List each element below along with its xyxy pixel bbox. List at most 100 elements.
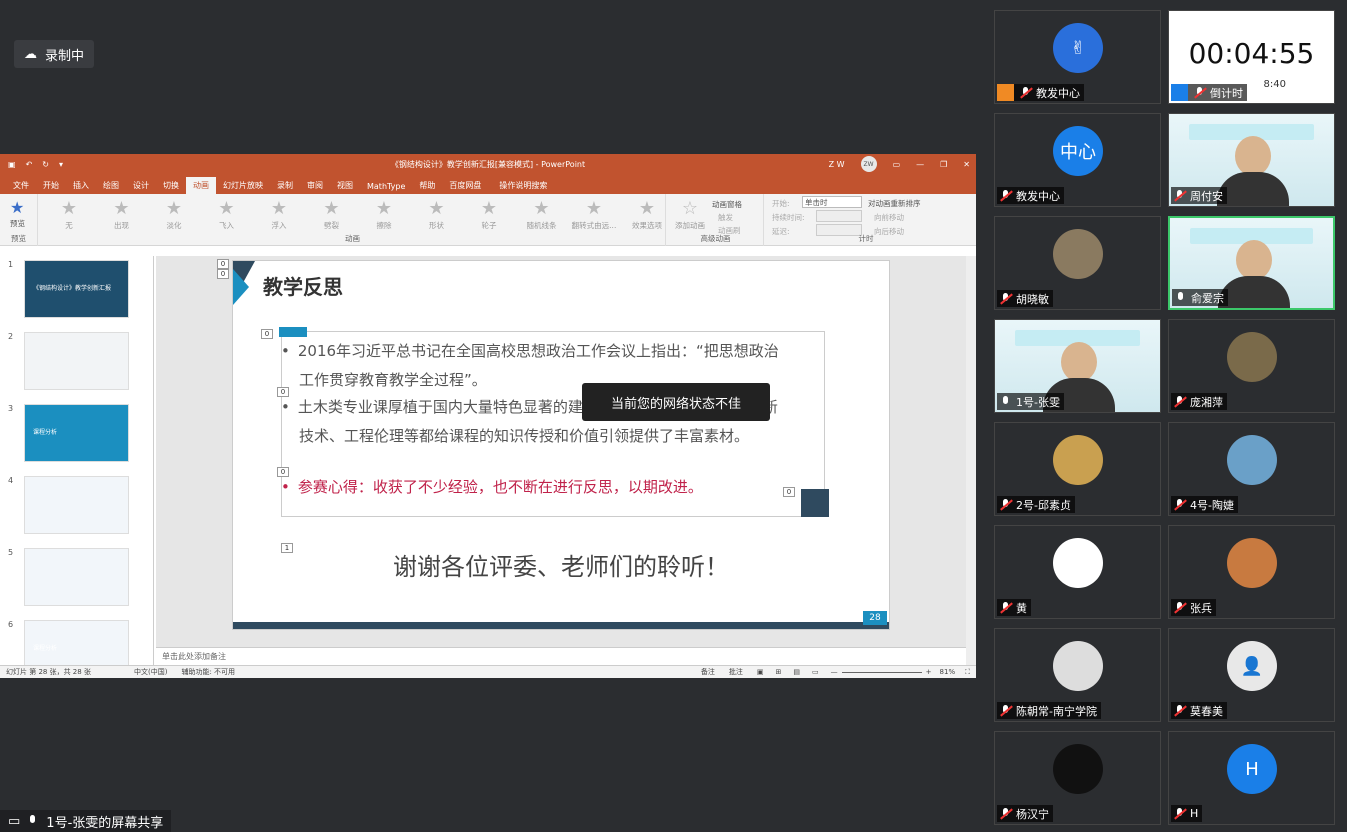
avatar: 中心: [1053, 126, 1103, 176]
participant-tile[interactable]: 黄: [994, 525, 1161, 619]
recording-indicator[interactable]: ☁ 录制中: [14, 40, 95, 68]
tab-0[interactable]: 文件: [6, 177, 36, 194]
thumbnail-text: 《钢结构设计》教学创新汇报: [33, 285, 112, 292]
duration-input[interactable]: [816, 210, 862, 222]
normal-view-icon[interactable]: ▣: [757, 668, 764, 676]
slide-thumbnail[interactable]: 《钢结构设计》教学创新汇报: [24, 260, 129, 318]
tab-8[interactable]: 录制: [270, 177, 300, 194]
screen-share-label: ▭ 1号-张雯的屏幕共享: [0, 810, 172, 832]
participant-gallery: ✌ 教发中心 00:04:55 8:40 倒计时 中心 教发中心 周付安 胡晓敏 俞爱宗 1号-张雯…: [986, 0, 1347, 832]
tab-6[interactable]: 动画: [186, 177, 216, 194]
effect-8[interactable]: ★ 轮子: [464, 198, 514, 231]
participant-tile[interactable]: 庞湘萍: [1168, 319, 1335, 413]
slide-thumbnail[interactable]: [24, 548, 129, 606]
slide-thumbnail-pane[interactable]: 1 《钢结构设计》教学创新汇报 2 3 课程分析 4 5 6 课程分析: [0, 256, 154, 678]
start-select[interactable]: 单击时: [802, 196, 862, 208]
effect-0[interactable]: ★ 无: [44, 198, 94, 231]
tab-3[interactable]: 绘图: [96, 177, 126, 194]
participant-tile[interactable]: 陈朝常-南宁学院: [994, 628, 1161, 722]
effect-3[interactable]: ★ 飞入: [202, 198, 252, 231]
tab-7[interactable]: 幻灯片放映: [216, 177, 270, 194]
slide-sorter-icon[interactable]: ⊞: [776, 668, 782, 676]
comments-button[interactable]: 批注: [729, 667, 743, 677]
notes-pane[interactable]: 单击此处添加备注: [156, 647, 966, 665]
slide-thumbnail[interactable]: 课程分析: [24, 404, 129, 462]
trigger-button[interactable]: 触发: [718, 212, 733, 223]
avatar: [1053, 229, 1103, 279]
notes-button[interactable]: 备注: [701, 667, 715, 677]
animation-order-tag[interactable]: 0: [277, 467, 289, 477]
tab-14[interactable]: 操作说明搜索: [492, 177, 554, 194]
zoom-level[interactable]: 81%: [940, 668, 956, 676]
ribbon-display-icon[interactable]: ▭: [893, 160, 901, 169]
preview-star-icon[interactable]: ★: [10, 198, 24, 217]
tab-11[interactable]: MathType: [360, 179, 412, 194]
tab-12[interactable]: 帮助: [412, 177, 442, 194]
slide-thumbnail[interactable]: [24, 332, 129, 390]
participant-tile[interactable]: 杨汉宁: [994, 731, 1161, 825]
participant-tile[interactable]: 1号-张雯: [994, 319, 1161, 413]
participant-tile[interactable]: 2号-邱素贞: [994, 422, 1161, 516]
slide-thumbnail[interactable]: [24, 476, 129, 534]
participant-tile[interactable]: 周付安: [1168, 113, 1335, 207]
slide-count: 幻灯片 第 28 张，共 28 张: [6, 668, 91, 676]
effect-10[interactable]: ★ 翻转式由远...: [569, 198, 619, 231]
effect-star-icon: ★: [113, 198, 130, 219]
tab-13[interactable]: 百度网盘: [442, 177, 488, 194]
language-status[interactable]: 中文(中国): [134, 667, 167, 677]
participant-tile[interactable]: 俞爱宗: [1168, 216, 1335, 310]
fit-to-window-icon[interactable]: ⛶: [965, 668, 970, 677]
participant-name: 陈朝常-南宁学院: [1016, 704, 1097, 718]
animation-order-tag[interactable]: 1: [281, 543, 293, 553]
move-earlier-button[interactable]: 向前移动: [874, 212, 904, 223]
mic-muted-icon: [999, 189, 1013, 203]
shared-screen-area: ☁ 录制中 ▣ ↶ ↻ ▾ 《钢结构设计》教学创新汇报[兼容模式] - Powe…: [0, 0, 976, 832]
effect-6[interactable]: ★ 擦除: [359, 198, 409, 231]
close-icon[interactable]: ✕: [963, 160, 970, 169]
effect-options-button[interactable]: ★ 效果选项: [625, 198, 669, 231]
animation-order-tag[interactable]: 0: [783, 487, 795, 497]
animation-order-tag[interactable]: 0: [217, 269, 229, 279]
avatar[interactable]: ZW: [860, 156, 877, 172]
participant-tile[interactable]: 张兵: [1168, 525, 1335, 619]
effect-9[interactable]: ★ 随机线条: [517, 198, 567, 231]
animation-order-tag[interactable]: 0: [217, 259, 229, 269]
reading-view-icon[interactable]: ▤: [793, 668, 800, 676]
effect-7[interactable]: ★ 形状: [412, 198, 462, 231]
effect-5[interactable]: ★ 劈裂: [307, 198, 357, 231]
minimize-icon[interactable]: —: [916, 160, 924, 169]
mic-muted-icon: [999, 601, 1013, 615]
add-animation-button[interactable]: ☆ 添加动画: [670, 198, 710, 231]
tab-10[interactable]: 视图: [330, 177, 360, 194]
tab-5[interactable]: 切换: [156, 177, 186, 194]
participant-tile[interactable]: 4号-陶婕: [1168, 422, 1335, 516]
animation-pane-button[interactable]: 动画窗格: [712, 199, 742, 210]
tab-1[interactable]: 开始: [36, 177, 66, 194]
effect-1[interactable]: ★ 出现: [97, 198, 147, 231]
participant-name-tag: 教发中心: [997, 187, 1064, 204]
animation-order-tag[interactable]: 0: [261, 329, 273, 339]
participant-tile[interactable]: 👤 莫春美: [1168, 628, 1335, 722]
tab-9[interactable]: 审阅: [300, 177, 330, 194]
zoom-slider[interactable]: — +: [831, 668, 932, 676]
accessibility-status[interactable]: 辅助功能: 不可用: [181, 667, 235, 677]
effect-label: 随机线条: [526, 221, 557, 230]
preview-button[interactable]: 预览: [10, 218, 25, 229]
tab-2[interactable]: 插入: [66, 177, 96, 194]
restore-icon[interactable]: ❐: [940, 160, 947, 169]
participant-tile[interactable]: 中心教发中心: [994, 113, 1161, 207]
participant-tile[interactable]: HH: [1168, 731, 1335, 825]
effect-2[interactable]: ★ 淡化: [149, 198, 199, 231]
participant-name: 俞爱宗: [1191, 291, 1224, 305]
current-slide[interactable]: 教学反思 • 2016年习近平总书记在全国高校思想政治工作会议上指出：“把思想政治…: [217, 259, 890, 630]
participant-tile[interactable]: 00:04:55 8:40 倒计时: [1168, 10, 1335, 104]
vertical-scrollbar[interactable]: [966, 256, 976, 665]
tab-4[interactable]: 设计: [126, 177, 156, 194]
thanks-text: 谢谢各位评委、老师们的聆听！: [393, 553, 729, 581]
participant-tile[interactable]: ✌ 教发中心: [994, 10, 1161, 104]
slideshow-icon[interactable]: ▭: [812, 668, 819, 676]
avatar: [1053, 641, 1103, 691]
participant-tile[interactable]: 胡晓敏: [994, 216, 1161, 310]
animation-order-tag[interactable]: 0: [277, 387, 289, 397]
effect-4[interactable]: ★ 浮入: [254, 198, 304, 231]
